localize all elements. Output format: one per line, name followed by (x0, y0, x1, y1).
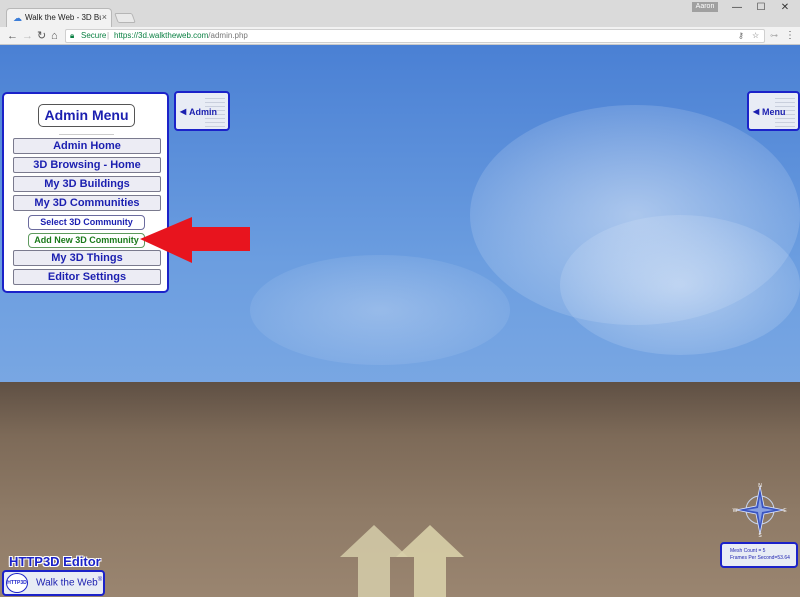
compass-west: W (733, 508, 738, 514)
mesh-count: Mesh Count = 5 (730, 548, 766, 554)
close-window-icon[interactable]: ✕ (773, 1, 797, 15)
http3d-logo-icon: HTTP3D (6, 573, 28, 593)
walk-the-web-label: Walk the Web® (36, 577, 102, 588)
browser-tab[interactable]: ☁ Walk the Web - 3D Buildi × (6, 8, 112, 27)
url-text: https://3d.walktheweb.com/admin.php (114, 30, 248, 42)
url-path: /admin.php (208, 31, 248, 40)
maximize-icon[interactable]: ☐ (749, 1, 773, 15)
forward-icon[interactable]: → (22, 28, 33, 44)
editor-title: HTTP3D Editor (9, 554, 101, 569)
profile-badge[interactable]: Aaron (692, 2, 718, 12)
forward-arrow-left (340, 525, 408, 597)
menu-item-my-3d-communities[interactable]: My 3D Communities (13, 195, 161, 211)
pointer-arrow-icon (140, 217, 250, 263)
compass-south: S (758, 533, 762, 538)
admin-menu-title: Admin Menu (38, 104, 135, 127)
sky-cloud (560, 215, 800, 355)
admin-toggle-button[interactable]: ◀ Admin (174, 91, 230, 131)
browser-toolbar: ← → ↻ ⌂ 🔒︎ Secure | https://3d.walkthewe… (0, 27, 800, 45)
registered-mark: ® (97, 577, 103, 583)
compass-east: E (783, 508, 787, 514)
compass-icon[interactable]: N E S W (732, 482, 788, 538)
tab-close-icon[interactable]: × (102, 12, 107, 22)
3d-scene[interactable]: ◀ Admin ◀ Menu Admin Menu Admin Home 3D … (0, 45, 800, 597)
key-icon[interactable]: ⚷ (738, 30, 744, 42)
address-bar[interactable]: 🔒︎ Secure | https://3d.walktheweb.com/ad… (65, 29, 765, 43)
extension-icon[interactable]: ⊶ (770, 28, 778, 44)
submenu-add-new-3d-community[interactable]: Add New 3D Community (28, 233, 145, 248)
browser-titlebar: ☁ Walk the Web - 3D Buildi × Aaron — ☐ ✕ (0, 0, 800, 27)
security-label: Secure (81, 31, 107, 40)
menu-item-admin-home[interactable]: Admin Home (13, 138, 161, 154)
url-scheme: https:// (114, 31, 139, 40)
forward-arrow-right (396, 525, 464, 597)
left-arrow-icon: ◀ (180, 107, 187, 116)
reload-icon[interactable]: ↻ (37, 28, 46, 44)
menu-item-3d-browsing-home[interactable]: 3D Browsing - Home (13, 157, 161, 173)
back-icon[interactable]: ← (7, 28, 18, 44)
render-stats-panel: Mesh Count = 5 Frames Per Second=53.64 (720, 542, 798, 568)
sky-cloud (250, 255, 510, 365)
menu-item-editor-settings[interactable]: Editor Settings (13, 269, 161, 285)
move-forward-arrows-icon[interactable] (338, 525, 478, 597)
frames-per-second: Frames Per Second=53.64 (730, 555, 790, 561)
wtw-label-text: Walk the Web (36, 577, 98, 589)
lock-icon: 🔒︎ (70, 31, 75, 40)
compass-north: N (758, 483, 762, 489)
site-favicon-icon: ☁ (13, 13, 22, 23)
new-tab-button[interactable] (114, 13, 136, 23)
address-separator: | (107, 31, 110, 40)
star-icon[interactable]: ☆ (752, 30, 759, 42)
submenu-select-3d-community[interactable]: Select 3D Community (28, 215, 145, 230)
url-host: 3d.walktheweb.com (138, 31, 209, 40)
tab-title: Walk the Web - 3D Buildi (25, 13, 101, 22)
home-icon[interactable]: ⌂ (51, 28, 58, 44)
menu-divider (59, 134, 114, 135)
left-arrow-icon: ◀ (753, 107, 760, 116)
browser-menu-icon[interactable]: ⋮ (785, 28, 795, 44)
arrow-shape (140, 217, 250, 263)
minimize-icon[interactable]: — (725, 1, 749, 15)
admin-toggle-label: Admin (189, 107, 217, 117)
menu-toggle-label: Menu (762, 107, 786, 117)
menu-toggle-button[interactable]: ◀ Menu (747, 91, 800, 131)
walk-the-web-button[interactable]: HTTP3D Walk the Web® (2, 570, 105, 596)
menu-item-my-3d-buildings[interactable]: My 3D Buildings (13, 176, 161, 192)
menu-item-my-3d-things[interactable]: My 3D Things (13, 250, 161, 266)
